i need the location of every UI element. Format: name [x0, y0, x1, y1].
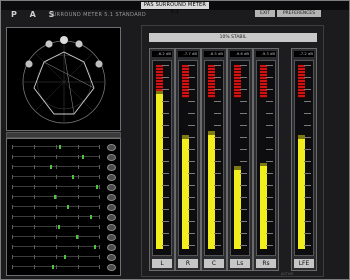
meter-scale	[304, 65, 311, 249]
meter-value: -7.7 dB	[178, 51, 198, 57]
correlation-row	[12, 185, 100, 189]
correlation-row	[12, 165, 100, 169]
correlation-row	[12, 155, 100, 159]
meter-track	[204, 60, 224, 256]
app-window: PAS SURROUND METER 5.1 EXIT PREFERENCES …	[0, 0, 350, 280]
meter-l: -6.2 dB L	[149, 48, 175, 271]
surround-scope-graph	[7, 28, 120, 130]
row-knob[interactable]	[107, 254, 116, 261]
correlation-row	[12, 255, 100, 259]
title-bar: PAS SURROUND METER 5.1	[1, 1, 349, 15]
meter-track	[256, 60, 276, 256]
app-subtitle: SURROUND METER 5.1 STANDARD	[49, 12, 147, 18]
meter-track	[178, 60, 198, 256]
meter-track	[152, 60, 172, 256]
mode-button[interactable]: 10% STABIL	[149, 33, 317, 42]
meter-ls: -9.6 dB Ls	[227, 48, 253, 271]
meter-c: -6.5 dB C	[201, 48, 227, 271]
meter-scale	[214, 65, 221, 249]
row-knob[interactable]	[107, 194, 116, 201]
meter-r: -7.7 dB R	[175, 48, 201, 271]
row-knob[interactable]	[107, 184, 116, 191]
correlation-row	[12, 145, 100, 149]
row-knob[interactable]	[107, 264, 116, 271]
correlation-row	[12, 235, 100, 239]
row-knob[interactable]	[107, 174, 116, 181]
meter-channel-label[interactable]: R	[178, 259, 198, 268]
meter-value: -6.2 dB	[152, 51, 172, 57]
meter-scale	[188, 65, 195, 249]
meter-channel-label[interactable]: C	[204, 259, 224, 268]
row-knob[interactable]	[107, 144, 116, 151]
correlation-row	[12, 225, 100, 229]
row-knob[interactable]	[107, 164, 116, 171]
meter-value: -9.6 dB	[230, 51, 250, 57]
correlation-row	[12, 175, 100, 179]
meter-rs: -9.3 dB Rs	[253, 48, 279, 271]
meter-track	[294, 60, 314, 256]
row-knob[interactable]	[107, 204, 116, 211]
meter-track	[230, 60, 250, 256]
row-knob[interactable]	[107, 154, 116, 161]
row-knob[interactable]	[107, 224, 116, 231]
meter-channel-label[interactable]: LFE	[294, 259, 314, 268]
meter-scale	[240, 65, 247, 249]
row-knob[interactable]	[107, 214, 116, 221]
meter-scale	[266, 65, 273, 249]
meter-value: -9.3 dB	[256, 51, 276, 57]
surround-scope-panel	[6, 27, 121, 131]
correlation-row	[12, 205, 100, 209]
meter-value: -6.5 dB	[204, 51, 224, 57]
correlation-row	[12, 245, 100, 249]
meter-scale	[162, 65, 169, 249]
meter-lfe: -7.2 dB LFE	[291, 48, 317, 271]
meter-channel-label[interactable]: Rs	[256, 259, 276, 268]
correlation-panel	[6, 138, 121, 276]
correlation-row	[12, 265, 100, 269]
row-knob[interactable]	[107, 234, 116, 241]
correlation-row	[12, 195, 100, 199]
window-title: PAS SURROUND METER 5.1	[141, 2, 209, 15]
preferences-button[interactable]: PREFERENCES	[277, 10, 321, 17]
exit-button[interactable]: EXIT	[255, 10, 275, 17]
meter-channel-label[interactable]: Ls	[230, 259, 250, 268]
footer-text: ACTIVE	[281, 272, 294, 276]
meter-value: -7.2 dB	[294, 51, 314, 57]
row-knob[interactable]	[107, 244, 116, 251]
meter-channel-label[interactable]: L	[152, 259, 172, 268]
correlation-row	[12, 215, 100, 219]
